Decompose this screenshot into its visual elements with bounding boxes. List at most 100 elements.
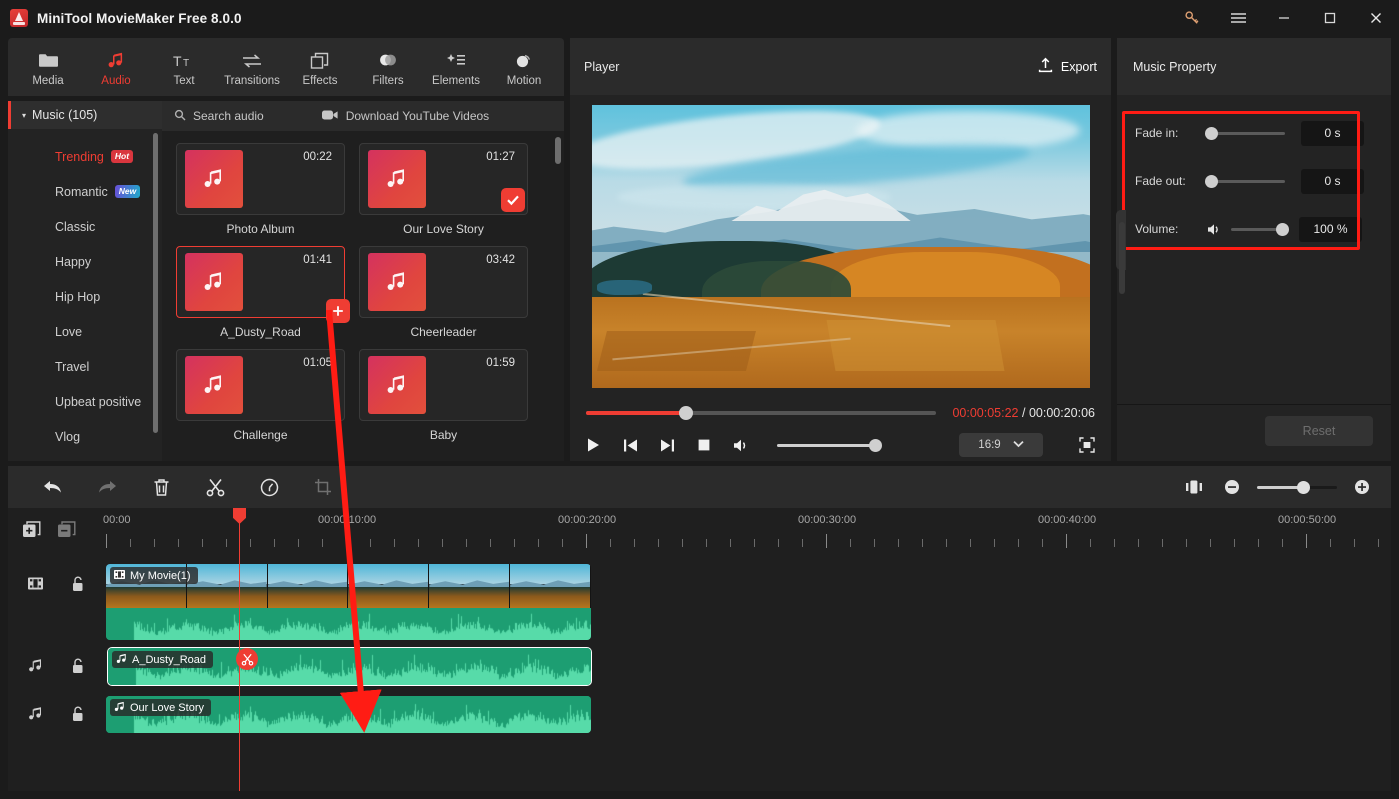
tab-transitions[interactable]: Transitions xyxy=(218,48,286,87)
volume-property-slider[interactable] xyxy=(1231,222,1289,236)
ruler-label: 00:00 xyxy=(103,514,131,526)
volume-button[interactable] xyxy=(733,438,751,453)
music-card-body[interactable]: 01:05 xyxy=(176,349,345,421)
volume-property-handle[interactable] xyxy=(1276,222,1289,236)
music-card[interactable]: 01:59 Baby xyxy=(359,349,528,442)
reset-button[interactable]: Reset xyxy=(1265,416,1373,446)
property-scrollbar[interactable] xyxy=(1119,222,1125,294)
music-card-body[interactable]: 03:42 xyxy=(359,246,528,318)
fit-to-window-icon[interactable] xyxy=(1181,479,1207,495)
music-card-body[interactable]: 00:22 xyxy=(176,143,345,215)
next-frame-button[interactable] xyxy=(660,438,675,453)
sidebar-item-trending[interactable]: Trending Hot xyxy=(8,139,162,174)
menu-icon[interactable] xyxy=(1215,0,1261,36)
music-card[interactable]: 00:22 Photo Album xyxy=(176,143,345,236)
fade-in-slider[interactable] xyxy=(1205,126,1285,140)
remove-track-icon[interactable] xyxy=(57,520,76,544)
player-controls: 16:9 xyxy=(570,430,1111,460)
minimize-icon[interactable] xyxy=(1261,0,1307,36)
add-track-icon[interactable] xyxy=(22,520,41,544)
music-clip-icon xyxy=(116,653,127,667)
stop-button[interactable] xyxy=(697,438,711,452)
sidebar-item-happy[interactable]: Happy xyxy=(8,244,162,279)
music-note-icon xyxy=(107,50,126,72)
chevron-down-icon xyxy=(1013,439,1024,451)
redo-button[interactable] xyxy=(80,478,134,496)
add-to-timeline-icon[interactable] xyxy=(326,299,350,323)
fade-out-handle[interactable] xyxy=(1205,174,1218,188)
sidebar-header[interactable]: ▾ Music (105) xyxy=(8,101,162,129)
unlock-icon[interactable] xyxy=(71,706,84,727)
tab-filters[interactable]: Filters xyxy=(354,48,422,87)
seek-slider[interactable] xyxy=(586,406,937,420)
sidebar-item-travel[interactable]: Travel xyxy=(8,349,162,384)
zoom-in-icon[interactable] xyxy=(1351,479,1373,495)
tab-elements[interactable]: Elements xyxy=(422,48,490,87)
tab-motion[interactable]: Motion xyxy=(490,48,558,87)
tab-label: Text xyxy=(173,74,195,87)
timeline-clip-video[interactable]: My Movie(1) xyxy=(106,564,591,640)
tab-audio[interactable]: Audio xyxy=(82,48,150,87)
search-input[interactable]: Search audio xyxy=(174,109,264,124)
music-card[interactable]: 01:41 A_Dusty_Road xyxy=(176,246,350,339)
app-logo-icon xyxy=(10,9,28,27)
timeline-clip-audio[interactable]: Our Love Story xyxy=(106,696,591,733)
aspect-ratio-select[interactable]: 16:9 xyxy=(959,433,1043,457)
sidebar-scrollbar[interactable] xyxy=(153,133,158,433)
music-card[interactable]: 03:42 Cheerleader xyxy=(359,246,528,339)
sidebar-item-vlog[interactable]: Vlog xyxy=(8,419,162,454)
split-marker-icon[interactable] xyxy=(236,648,258,670)
play-button[interactable] xyxy=(586,437,601,453)
download-youtube-button[interactable]: Download YouTube Videos xyxy=(321,109,489,124)
music-property-panel: Music Property Fade in: 0 s Fade out: 0 … xyxy=(1117,38,1391,461)
volume-value[interactable]: 100 % xyxy=(1299,216,1362,242)
export-button[interactable]: Export xyxy=(1038,57,1097,76)
zoom-out-icon[interactable] xyxy=(1221,479,1243,495)
check-icon[interactable] xyxy=(501,188,525,212)
library-scrollbar[interactable] xyxy=(555,137,561,164)
tab-media[interactable]: Media xyxy=(14,48,82,87)
music-note-icon[interactable] xyxy=(28,658,43,678)
tab-effects[interactable]: Effects xyxy=(286,48,354,87)
fade-out-label: Fade out: xyxy=(1135,174,1186,188)
fade-out-value[interactable]: 0 s xyxy=(1301,168,1364,194)
sidebar-item-hip-hop[interactable]: Hip Hop xyxy=(8,279,162,314)
sidebar-item-romantic[interactable]: Romantic New xyxy=(8,174,162,209)
speaker-icon[interactable] xyxy=(1207,223,1223,236)
sidebar-item-upbeat-positive[interactable]: Upbeat positive xyxy=(8,384,162,419)
fullscreen-icon[interactable] xyxy=(1079,437,1095,453)
undo-button[interactable] xyxy=(26,478,80,496)
maximize-icon[interactable] xyxy=(1307,0,1353,36)
music-card[interactable]: 01:27 Our Love Story xyxy=(359,143,528,236)
unlock-icon[interactable] xyxy=(71,658,84,679)
speed-button[interactable] xyxy=(242,478,296,497)
timeline-ruler[interactable]: 00:00 00:00:10:00 00:00:20:00 00:00:30:0… xyxy=(96,508,1391,552)
volume-slider[interactable] xyxy=(777,438,882,452)
music-card-body[interactable]: 01:27 xyxy=(359,143,528,215)
unlock-icon[interactable] xyxy=(71,576,84,597)
delete-button[interactable] xyxy=(134,478,188,497)
sidebar-item-love[interactable]: Love xyxy=(8,314,162,349)
volume-handle[interactable] xyxy=(869,438,882,452)
timeline-clip-audio-selected[interactable]: A_Dusty_Road xyxy=(107,647,592,686)
aspect-ratio-value: 16:9 xyxy=(978,439,1001,451)
music-note-icon[interactable] xyxy=(28,706,43,726)
music-card-body[interactable]: 01:59 xyxy=(359,349,528,421)
key-icon[interactable] xyxy=(1169,0,1215,36)
timeline-zoom-slider[interactable] xyxy=(1257,480,1337,494)
fade-in-value[interactable]: 0 s xyxy=(1301,120,1364,146)
film-icon[interactable] xyxy=(28,576,43,596)
music-card[interactable]: 01:05 Challenge xyxy=(176,349,345,442)
seek-handle[interactable] xyxy=(678,406,693,420)
music-card-body-selected[interactable]: 01:41 xyxy=(176,246,350,323)
video-preview[interactable] xyxy=(592,105,1090,388)
sidebar-item-classic[interactable]: Classic xyxy=(8,209,162,244)
zoom-handle[interactable] xyxy=(1297,480,1311,494)
fade-out-slider[interactable] xyxy=(1205,174,1285,188)
split-button[interactable] xyxy=(188,478,242,497)
tab-text[interactable]: TT Text xyxy=(150,48,218,87)
fade-in-handle[interactable] xyxy=(1205,126,1218,140)
previous-frame-button[interactable] xyxy=(623,438,638,453)
close-icon[interactable] xyxy=(1353,0,1399,36)
crop-button[interactable] xyxy=(296,478,350,496)
